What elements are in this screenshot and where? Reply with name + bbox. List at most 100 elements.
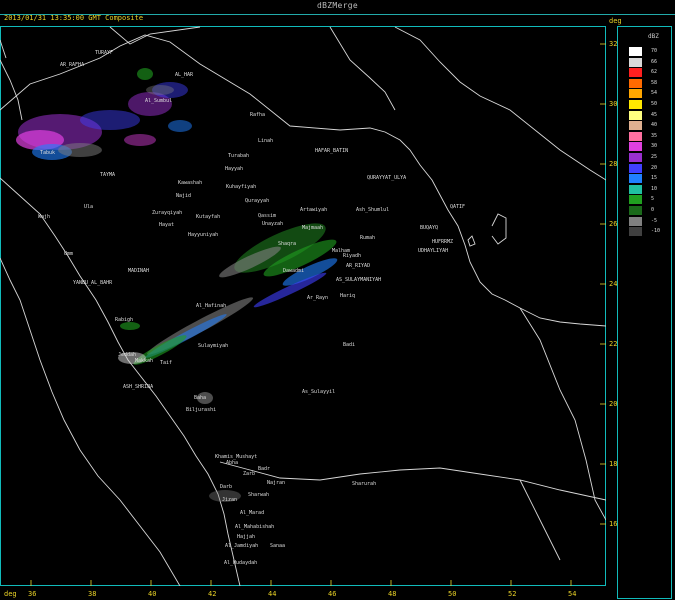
place-label: Qurayyah	[245, 198, 270, 204]
longitude-units-label: deg	[4, 590, 17, 598]
legend-swatch	[629, 184, 642, 194]
lon-label: 54	[568, 590, 577, 598]
place-label: Al_Jamdiyah	[225, 543, 259, 549]
place-label: Hayyuniyah	[188, 232, 219, 238]
jordan-border	[109, 26, 201, 45]
place-label: AR_RIYAD	[346, 263, 371, 269]
legend-swatch	[629, 100, 642, 109]
place-label: Al_Mahabishah	[235, 524, 275, 530]
place-label: Darb	[220, 484, 233, 490]
legend-label: 70	[651, 48, 658, 54]
place-label: As_Sulayyil	[302, 389, 336, 395]
place-label: MADINAH	[128, 268, 150, 274]
place-label: Artawiyah	[300, 207, 328, 213]
place-label: Baha	[194, 395, 207, 401]
place-label: Shaqra	[278, 241, 297, 247]
place-label: Unayzah	[262, 221, 284, 227]
legend-label: 10	[651, 185, 658, 192]
legend-swatch	[629, 78, 642, 88]
lon-label: 42	[208, 590, 217, 598]
place-label: Hariq	[340, 293, 356, 299]
legend-swatch	[629, 206, 642, 215]
place-label: Sharwah	[248, 492, 270, 498]
qatar-peninsula	[491, 213, 507, 245]
red-sea-coast-west	[0, 257, 181, 586]
place-label: TAYMA	[100, 172, 116, 178]
place-label: Taif	[160, 360, 173, 366]
place-label: Rumah	[360, 235, 376, 241]
legend-title: dBZ	[648, 33, 659, 40]
place-label: HUFRRMZ	[432, 239, 454, 245]
place-label: Makkah	[135, 358, 154, 364]
legend-label: -10	[651, 228, 661, 235]
place-label: Dawadmi	[283, 268, 305, 274]
place-label: Tabuk	[40, 150, 56, 156]
aqaba-coast	[0, 59, 23, 121]
radar-echoes	[16, 68, 338, 502]
place-label: Zarb	[243, 471, 256, 477]
dbz-legend: dBZ 70 66 62 58 54 50 45 40 35 30 25 20 15 10 5 0 -5 -10	[617, 26, 672, 599]
egypt-border	[0, 39, 7, 59]
place-label: Badi	[343, 342, 356, 348]
oman-border	[519, 307, 606, 521]
legend-label: 40	[651, 122, 658, 129]
place-label: AS_SULAYMANIYAH	[336, 277, 382, 283]
legend-swatch	[629, 110, 642, 120]
legend-swatch	[629, 216, 642, 226]
legend-swatch	[629, 47, 642, 56]
legend-label: 62	[651, 69, 658, 76]
gulf-coast	[339, 127, 606, 327]
lon-label: 36	[28, 590, 37, 598]
place-label: Wajh	[38, 214, 51, 220]
place-label: Najid	[176, 193, 192, 199]
place-label: Abha	[226, 460, 239, 466]
legend-label: 54	[651, 90, 658, 97]
legend-label: -5	[651, 217, 658, 224]
legend-swatch	[629, 68, 642, 78]
legend-label: 58	[651, 79, 658, 86]
place-label: Jeddah	[118, 352, 137, 358]
lon-label: 52	[508, 590, 517, 598]
place-label: Rabigh	[115, 317, 134, 323]
legend-label: 66	[651, 58, 658, 65]
iraq-border	[329, 26, 396, 111]
lon-label: 38	[88, 590, 97, 598]
place-label: Kawashah	[178, 180, 203, 186]
legend-label: 5	[651, 196, 655, 203]
place-label: AL_HAR	[175, 72, 194, 78]
place-label: Kuhayfiyah	[226, 184, 257, 190]
place-label: Hayyah	[225, 166, 244, 172]
place-label: HAFAR_BATIN	[315, 148, 349, 154]
legend-swatch	[629, 89, 642, 99]
place-label: Qassim	[258, 213, 277, 219]
place-label: ASH_SHRIBA	[123, 384, 154, 390]
place-label: Najran	[267, 480, 286, 486]
place-label: Badr	[258, 466, 271, 472]
place-label: Turabah	[228, 153, 250, 159]
lon-label: 44	[268, 590, 277, 598]
legend-swatch	[629, 153, 642, 162]
place-label: TURAYF	[95, 50, 114, 56]
legend-swatch	[629, 121, 642, 131]
lon-label: 40	[148, 590, 157, 598]
place-label: Majmaah	[302, 225, 324, 231]
place-label: YANBU_AL_BAHR	[73, 280, 113, 286]
place-label: Al_Sumbul	[145, 98, 173, 104]
legend-label: 25	[651, 154, 658, 160]
place-label: Linah	[258, 138, 274, 144]
place-label: Riyadh	[343, 253, 362, 259]
borders-layer	[0, 26, 606, 586]
place-label: Jizan	[222, 497, 238, 503]
place-label: Al_Marad	[240, 510, 265, 516]
place-label: QURAYYAT_ULYA	[367, 175, 407, 181]
place-label: BUQAYQ	[420, 225, 439, 231]
radar-map	[0, 26, 606, 586]
place-label: Ash_Shumlul	[356, 207, 390, 213]
place-label: Al_Hudaydah	[224, 560, 258, 566]
place-label: UDHAYLIYAH	[418, 248, 449, 254]
place-label: Biljurashi	[186, 407, 217, 413]
legend-label: 45	[651, 111, 658, 118]
red-sea-coast-east	[0, 177, 241, 586]
lon-label: 48	[388, 590, 397, 598]
legend-swatch	[629, 174, 642, 184]
